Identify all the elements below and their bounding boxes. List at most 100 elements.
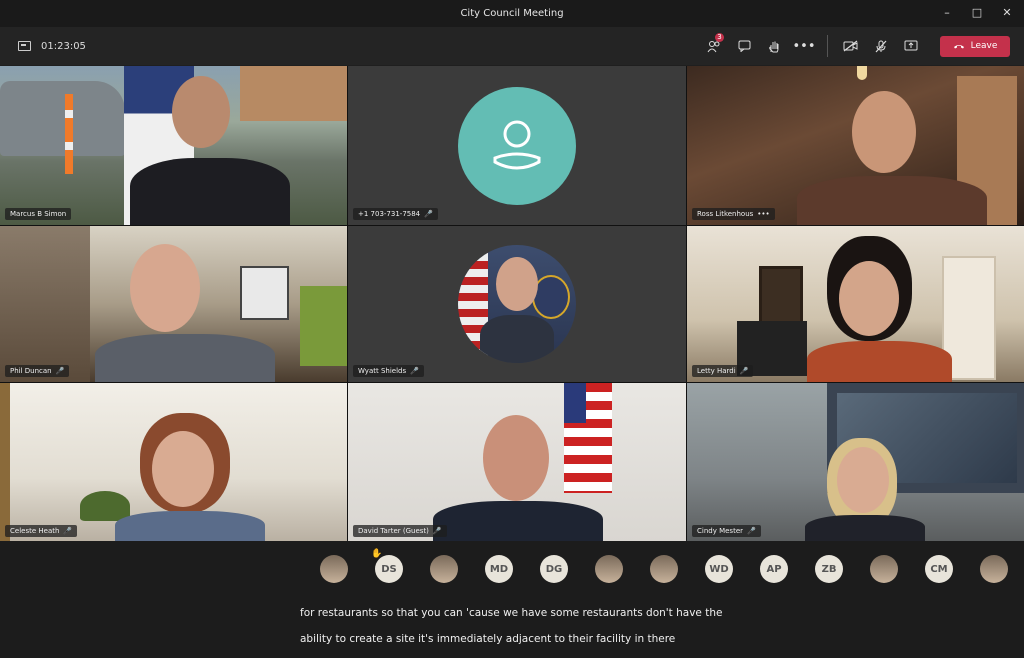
participant-label: David Tarter (Guest) 🎤 bbox=[353, 525, 447, 537]
meeting-toolbar: 01:23:05 3 ••• Leave bbox=[0, 27, 1024, 65]
person-head bbox=[483, 415, 549, 501]
person-body bbox=[797, 176, 987, 225]
participant-avatar[interactable] bbox=[320, 555, 348, 583]
mic-icon: 🎤 bbox=[739, 367, 749, 375]
avatar-initials: WD bbox=[709, 563, 729, 575]
traffic-cone bbox=[65, 94, 73, 174]
participant-strip: DS ✋ MD DG WD AP ZB CM bbox=[0, 541, 1024, 599]
participant-avatar[interactable]: DG bbox=[540, 555, 568, 583]
avatar-initials: DS bbox=[381, 563, 397, 575]
ceiling-lamp bbox=[857, 66, 867, 80]
avatar-initials: AP bbox=[766, 563, 782, 575]
participant-label: Marcus B Simon bbox=[5, 208, 72, 220]
person-head bbox=[496, 257, 538, 311]
participant-avatar[interactable]: MD bbox=[485, 555, 513, 583]
maximize-icon[interactable]: □ bbox=[970, 6, 984, 19]
raise-hand-button[interactable] bbox=[759, 32, 789, 60]
raised-hand-icon: ✋ bbox=[371, 549, 383, 559]
person-head bbox=[130, 244, 200, 332]
video-grid: Marcus B Simon +1 703-731-7584 🎤 Ross Lit… bbox=[0, 66, 1024, 542]
participant-label: Wyatt Shields 🎤 bbox=[353, 365, 424, 377]
toolbar-divider bbox=[827, 35, 828, 57]
camera-off-icon bbox=[843, 40, 858, 52]
mic-off-icon bbox=[875, 40, 887, 52]
default-avatar bbox=[458, 86, 576, 205]
window-title: City Council Meeting bbox=[460, 8, 564, 19]
mic-icon: 🎤 bbox=[747, 527, 756, 535]
video-tile-ross[interactable]: Ross Litkenhous ••• bbox=[687, 66, 1024, 225]
participant-label: Ross Litkenhous ••• bbox=[692, 208, 775, 220]
person-body bbox=[130, 158, 290, 225]
avatar-initials: DG bbox=[545, 563, 563, 575]
more-options-icon[interactable]: ••• bbox=[757, 210, 769, 218]
meeting-info-icon[interactable] bbox=[18, 41, 31, 51]
mic-icon: 🎤 bbox=[63, 527, 73, 535]
hang-up-icon bbox=[953, 45, 964, 49]
person-head bbox=[852, 91, 916, 173]
video-tile-david[interactable]: David Tarter (Guest) 🎤 bbox=[348, 383, 686, 542]
person-body bbox=[433, 501, 603, 542]
participant-avatar[interactable]: DS ✋ bbox=[371, 549, 403, 583]
live-captions: for restaurants so that you can 'cause w… bbox=[0, 599, 1024, 658]
leave-label: Leave bbox=[970, 41, 998, 51]
video-tile-phil[interactable]: Phil Duncan 🎤 bbox=[0, 226, 347, 382]
camera-toggle-button[interactable] bbox=[836, 32, 866, 60]
participant-avatar[interactable] bbox=[980, 555, 1008, 583]
profile-photo bbox=[458, 245, 576, 363]
mic-toggle-button[interactable] bbox=[866, 32, 896, 60]
participants-badge: 3 bbox=[715, 33, 724, 42]
video-tile-cindy[interactable]: Cindy Mester 🎤 bbox=[687, 383, 1024, 542]
participant-avatar[interactable]: WD bbox=[705, 555, 733, 583]
chat-icon bbox=[738, 40, 750, 52]
participant-label: Letty Hardi 🎤 bbox=[692, 365, 754, 377]
video-tile-wyatt[interactable]: Wyatt Shields 🎤 bbox=[348, 226, 686, 382]
participant-avatar[interactable]: ZB bbox=[815, 555, 843, 583]
parked-car bbox=[0, 81, 125, 156]
plant bbox=[80, 491, 130, 521]
avatar-initials: ZB bbox=[821, 563, 837, 575]
green-bins bbox=[300, 286, 347, 366]
video-tile-phone[interactable]: +1 703-731-7584 🎤 bbox=[348, 66, 686, 225]
participant-avatar[interactable]: CM bbox=[925, 555, 953, 583]
share-icon bbox=[904, 40, 918, 51]
hand-icon bbox=[769, 41, 779, 52]
participant-avatars: DS ✋ MD DG WD AP ZB CM bbox=[320, 549, 1008, 583]
person-head bbox=[172, 76, 230, 148]
person-head bbox=[839, 261, 899, 336]
building bbox=[240, 66, 347, 121]
participant-avatar[interactable] bbox=[430, 555, 458, 583]
person-body bbox=[807, 341, 952, 382]
title-bar: City Council Meeting – □ ✕ bbox=[0, 0, 1024, 27]
person-head bbox=[837, 447, 889, 513]
close-icon[interactable]: ✕ bbox=[1000, 6, 1014, 19]
person-head bbox=[152, 431, 214, 507]
leave-button[interactable]: Leave bbox=[940, 35, 1010, 57]
mic-icon: 🎤 bbox=[432, 527, 442, 535]
participant-avatar[interactable] bbox=[650, 555, 678, 583]
participants-button[interactable]: 3 bbox=[699, 32, 729, 60]
bookshelf bbox=[0, 226, 90, 382]
video-tile-letty[interactable]: Letty Hardi 🎤 bbox=[687, 226, 1024, 382]
caption-line: for restaurants so that you can 'cause w… bbox=[300, 607, 723, 619]
meeting-timer: 01:23:05 bbox=[41, 40, 86, 52]
share-screen-button[interactable] bbox=[896, 32, 926, 60]
more-actions-button[interactable]: ••• bbox=[789, 32, 819, 60]
computer-monitor bbox=[240, 266, 289, 320]
participant-label: Celeste Heath 🎤 bbox=[5, 525, 78, 537]
more-icon: ••• bbox=[792, 38, 816, 54]
avatar-initials: CM bbox=[930, 563, 948, 575]
participant-avatar[interactable] bbox=[870, 555, 898, 583]
participant-avatar[interactable]: AP bbox=[760, 555, 788, 583]
participant-label: +1 703-731-7584 🎤 bbox=[353, 208, 438, 220]
video-tile-marcus[interactable]: Marcus B Simon bbox=[0, 66, 347, 225]
framed-picture bbox=[759, 266, 803, 328]
window-controls: – □ ✕ bbox=[940, 6, 1014, 19]
person-icon bbox=[493, 120, 541, 169]
video-tile-celeste[interactable]: Celeste Heath 🎤 bbox=[0, 383, 347, 542]
person-body bbox=[805, 515, 925, 542]
chat-button[interactable] bbox=[729, 32, 759, 60]
mic-icon: 🎤 bbox=[410, 367, 419, 375]
participant-label: Phil Duncan 🎤 bbox=[5, 365, 70, 377]
minimize-icon[interactable]: – bbox=[940, 6, 954, 19]
participant-avatar[interactable] bbox=[595, 555, 623, 583]
